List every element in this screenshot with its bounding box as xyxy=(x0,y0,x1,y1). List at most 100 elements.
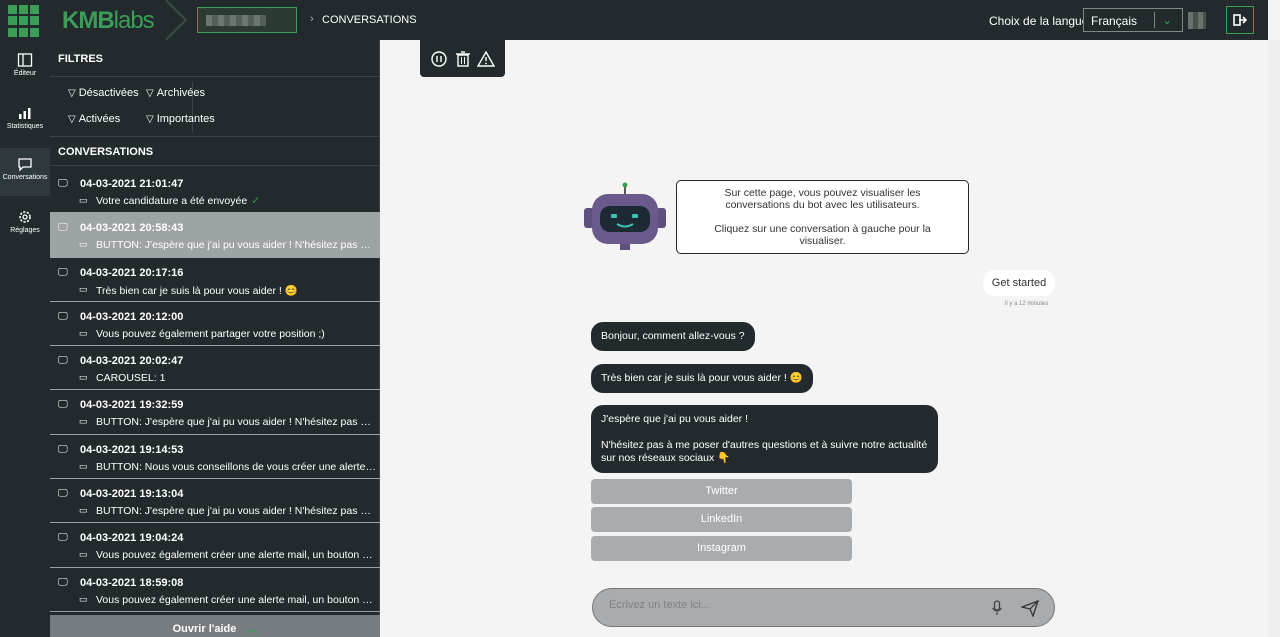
conversation-preview: Votre candidature a été envoyée ✓ xyxy=(96,195,261,207)
conversation-item[interactable]: 🖵 04-03-2021 19:04:24 ▭ Vous pouvez égal… xyxy=(50,523,380,568)
conversation-date: 04-03-2021 19:13:04 xyxy=(80,488,184,501)
scrollbar[interactable] xyxy=(1268,40,1280,637)
filter-icon: ▽ xyxy=(146,114,154,125)
message-time: il y a 12 minutes xyxy=(1005,301,1049,307)
send-icon[interactable] xyxy=(1021,599,1039,617)
conversation-item-selected[interactable]: 🖵 04-03-2021 20:58:43 ▭ BUTTON: J'espère… xyxy=(50,213,380,258)
message-input[interactable] xyxy=(609,599,969,611)
check-icon: ✓ xyxy=(251,195,261,207)
conversation-item[interactable]: 🖵 04-03-2021 20:02:47 ▭ CAROUSEL: 1 xyxy=(50,346,380,391)
computer-icon: 🖵 xyxy=(58,443,68,455)
breadcrumb-separator: › xyxy=(310,13,314,25)
user-message: Get started xyxy=(983,270,1055,296)
apps-grid-icon[interactable] xyxy=(8,5,40,37)
conversation-item[interactable]: 🖵 04-03-2021 19:13:04 ▭ BUTTON: J'espère… xyxy=(50,479,380,524)
nav-settings-label: Réglages xyxy=(10,227,40,234)
computer-icon: 🖵 xyxy=(58,355,68,367)
linkedin-button[interactable]: LinkedIn xyxy=(591,507,852,532)
open-help-button[interactable]: Ouvrir l'aide ︿ xyxy=(50,615,380,637)
conversation-date: 04-03-2021 19:04:24 xyxy=(80,532,184,545)
warning-icon[interactable] xyxy=(477,50,495,68)
language-select[interactable]: Français ⌄ xyxy=(1083,8,1183,32)
breadcrumb-current: CONVERSATIONS xyxy=(322,14,417,26)
user-avatar[interactable] xyxy=(1188,12,1206,29)
conversation-item[interactable]: 🖵 04-03-2021 20:12:00 ▭ Vous pouvez égal… xyxy=(50,302,380,347)
conversation-preview: Vous pouvez également partager votre pos… xyxy=(96,327,325,340)
language-label: Choix de la langue: xyxy=(989,14,1092,28)
conversations-panel: FILTRES ▽ Désactivées ▽ Archivées ▽ Activée… xyxy=(50,40,380,637)
instagram-button[interactable]: Instagram xyxy=(591,536,852,561)
message-icon: ▭ xyxy=(79,327,88,338)
conversation-date: 04-03-2021 18:59:08 xyxy=(80,576,184,589)
conversation-date: 04-03-2021 19:14:53 xyxy=(80,443,184,456)
computer-icon: 🖵 xyxy=(58,532,68,544)
bot-message-line: J'espère que j'ai pu vous aider ! xyxy=(601,413,749,425)
conversation-preview: BUTTON: J'espère que j'ai pu vous aider … xyxy=(96,239,376,252)
bot-message-line: N'hésitez pas à me poser d'autres questi… xyxy=(601,439,928,464)
nav-settings[interactable]: Réglages xyxy=(0,201,50,249)
message-icon: ▭ xyxy=(79,460,88,471)
language-value: Français xyxy=(1091,14,1138,28)
message-input-bar xyxy=(592,588,1055,627)
chevron-down-icon: ⌄ xyxy=(1162,13,1173,27)
project-selector[interactable] xyxy=(197,7,297,33)
conversation-preview: Vous pouvez également créer une alerte m… xyxy=(96,549,376,562)
info-box: Sur cette page, vous pouvez visualiser l… xyxy=(676,180,969,254)
nav-editor-label: Éditeur xyxy=(13,70,37,77)
filter-important[interactable]: ▽ Importantes xyxy=(146,113,215,125)
pause-icon[interactable] xyxy=(430,50,448,68)
conversation-preview: BUTTON: Nous vous conseillons de vous cr… xyxy=(96,460,376,473)
microphone-icon[interactable] xyxy=(991,600,1003,616)
conversation-toolbar xyxy=(420,40,505,77)
message-icon: ▭ xyxy=(79,195,88,205)
conversations-title: CONVERSATIONS xyxy=(58,146,154,158)
breadcrumb-chevron-icon xyxy=(165,0,188,40)
computer-icon: 🖵 xyxy=(58,310,68,322)
computer-icon: 🖵 xyxy=(58,399,68,411)
filter-disabled[interactable]: ▽ Désactivées xyxy=(68,87,139,99)
computer-icon: 🖵 xyxy=(58,266,68,278)
filter-icon: ▽ xyxy=(68,88,76,99)
message-icon: ▭ xyxy=(79,593,88,604)
conversation-item[interactable]: 🖵 04-03-2021 19:14:53 ▭ BUTTON: Nous vou… xyxy=(50,435,380,480)
conversation-preview: Vous pouvez également créer une alerte m… xyxy=(96,593,376,606)
conversation-date: 04-03-2021 20:02:47 xyxy=(80,355,184,368)
nav-statistics[interactable]: Statistiques xyxy=(0,97,50,145)
info-text-1: Sur cette page, vous pouvez visualiser l… xyxy=(724,187,921,211)
filters-title: FILTRES xyxy=(58,53,104,65)
message-icon: ▭ xyxy=(79,239,88,250)
open-help-label: Ouvrir l'aide xyxy=(172,623,237,635)
chat-icon xyxy=(18,158,32,172)
editor-icon xyxy=(17,53,33,67)
trash-icon[interactable] xyxy=(454,50,472,68)
bot-avatar xyxy=(584,182,666,250)
twitter-button[interactable]: Twitter xyxy=(591,479,852,504)
computer-icon: 🖵 xyxy=(58,222,68,234)
conversation-list: 🖵 04-03-2021 21:01:47 ▭ Votre candidatur… xyxy=(50,169,380,612)
message-icon: ▭ xyxy=(79,372,88,383)
nav-statistics-label: Statistiques xyxy=(6,123,44,130)
filter-icon: ▽ xyxy=(68,114,76,125)
filter-active[interactable]: ▽ Activées xyxy=(68,113,120,125)
message-icon: ▭ xyxy=(79,416,88,427)
nav-editor[interactable]: Éditeur xyxy=(0,44,50,92)
message-icon: ▭ xyxy=(79,549,88,560)
top-bar: KMBlabs › CONVERSATIONS Choix de la lang… xyxy=(0,0,1268,40)
stats-icon xyxy=(19,108,31,119)
conversation-item[interactable]: 🖵 04-03-2021 20:17:16 ▭ Très bien car je… xyxy=(50,258,380,302)
logout-button[interactable] xyxy=(1226,6,1254,34)
gear-icon xyxy=(19,211,31,223)
nav-conversations[interactable]: Conversations xyxy=(0,148,50,196)
chevron-up-icon: ︿ xyxy=(246,623,258,635)
conversation-date: 04-03-2021 20:12:00 xyxy=(80,310,184,323)
logout-icon xyxy=(1233,14,1248,26)
filter-archived[interactable]: ▽ Archivées xyxy=(146,87,205,99)
bot-message: J'espère que j'ai pu vous aider ! N'hési… xyxy=(591,405,938,473)
conversation-item[interactable]: 🖵 04-03-2021 21:01:47 ▭ Votre candidatur… xyxy=(50,169,380,214)
bot-message: Très bien car je suis là pour vous aider… xyxy=(591,364,813,393)
conversation-date: 04-03-2021 19:32:59 xyxy=(80,399,184,412)
conversation-item[interactable]: 🖵 04-03-2021 18:59:08 ▭ Vous pouvez égal… xyxy=(50,568,380,612)
conversation-item[interactable]: 🖵 04-03-2021 19:32:59 ▭ BUTTON: J'espère… xyxy=(50,390,380,435)
filter-icon: ▽ xyxy=(146,88,154,99)
message-icon: ▭ xyxy=(79,283,88,294)
